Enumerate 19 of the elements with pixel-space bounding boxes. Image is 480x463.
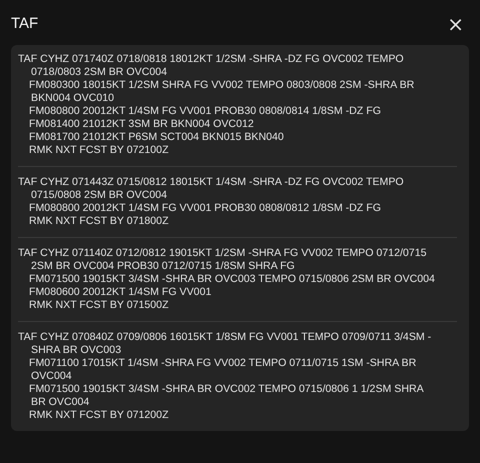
taf-forecast-line: FM071100 17015KT 1/4SM -SHRA FG VV002 TEMPO 0711/0715 1SM -SHRA BR OVC004 (28, 357, 418, 383)
taf-forecast-line: FM080600 20012KT 1/4SM FG VV001 (28, 286, 212, 299)
taf-forecast-line: RMK NXT FCST BY 072100Z (28, 144, 170, 157)
taf-forecast-line: RMK NXT FCST BY 071500Z (28, 299, 170, 312)
taf-forecast-line: FM080300 18015KT 1/2SM SHRA FG VV002 TEMPO 0803/0808 2SM -SHRA BR BKN004 OVC010 (28, 79, 416, 105)
taf-forecast-line: FM080800 20012KT 1/4SM FG VV001 PROB30 0808/0814 1/8SM -DZ FG (28, 105, 382, 118)
taf-forecast-line: RMK NXT FCST BY 071800Z (28, 215, 170, 228)
taf-header-line: TAF CYHZ 071740Z 0718/0818 18012KT 1/2SM -SHRA -DZ FG OVC002 TEMPO 0718/0803 2SM BR OVC004 (18, 53, 405, 79)
taf-forecast-line: FM081400 21012KT 3SM BR BKN004 OVC012 (28, 118, 255, 131)
taf-header-line: TAF CYHZ 070840Z 0709/0806 16015KT 1/8SM FG VV001 TEMPO 0709/0711 3/4SM -SHRA BR OVC003 (18, 331, 432, 357)
taf-forecast-line: FM071500 19015KT 3/4SM -SHRA BR OVC003 TEMPO 0715/0806 2SM BR OVC004 (28, 273, 436, 286)
dialog-title: TAF (11, 15, 38, 32)
taf-header-line: TAF CYHZ 071443Z 0715/0812 18015KT 1/4SM -SHRA -DZ FG OVC002 TEMPO 0715/0808 2SM BR OVC004 (18, 176, 405, 202)
taf-header-line: TAF CYHZ 071140Z 0712/0812 19015KT 1/2SM -SHRA FG VV002 TEMPO 0712/0715 2SM BR OVC004 PROB30 0712/0715 1/8SM SHRA FG (18, 247, 428, 273)
taf-forecast-line: FM080800 20012KT 1/4SM FG VV001 PROB30 0808/0812 1/8SM -DZ FG (28, 202, 382, 215)
close-button[interactable]: × (442, 14, 469, 34)
taf-forecast-line: FM081700 21012KT P6SM SCT004 BKN015 BKN040 (28, 131, 285, 144)
taf-forecast-line: FM071500 19015KT 3/4SM -SHRA BR OVC002 TEMPO 0715/0806 1 1/2SM SHRA BR OVC004 (28, 383, 424, 409)
taf-forecast-line: RMK NXT FCST BY 071200Z (28, 409, 170, 422)
